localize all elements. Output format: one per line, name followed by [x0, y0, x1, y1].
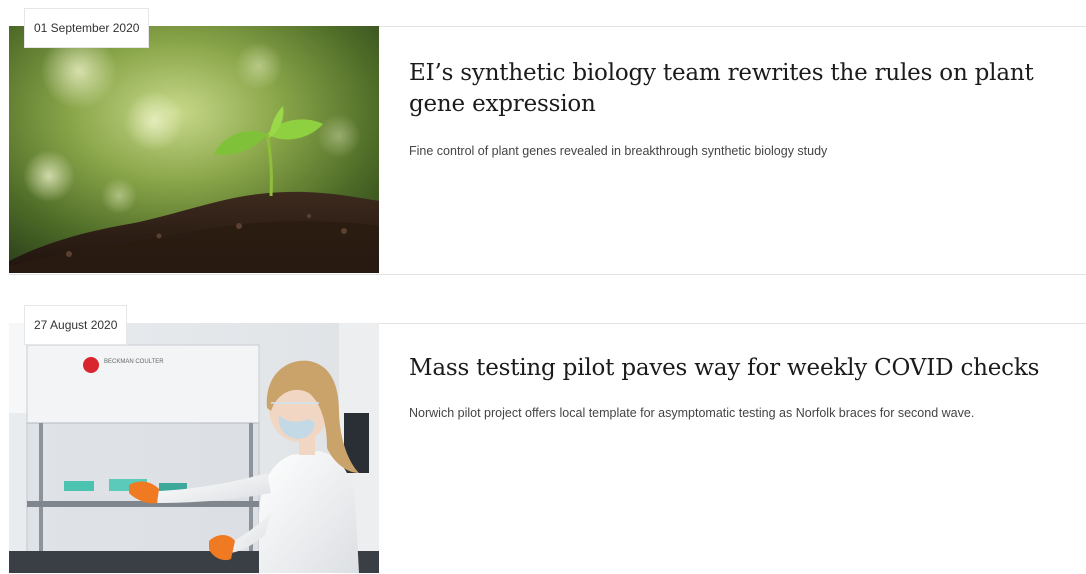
- lab-instrument-brand: BECKMAN COULTER: [104, 359, 164, 365]
- seedling-in-soil-image[interactable]: [9, 26, 379, 273]
- news-card: 01 September 2020 EI’s synthetic biology…: [0, 0, 1086, 280]
- date-badge: 27 August 2020: [24, 305, 128, 345]
- news-card: 27 August 2020 BECKMAN COULTER Mass test…: [0, 297, 1086, 573]
- article-text: EI’s synthetic biology team rewrites the…: [409, 58, 1074, 161]
- lab-scientist-image[interactable]: BECKMAN COULTER: [9, 323, 379, 573]
- date-badge: 01 September 2020: [24, 8, 150, 48]
- article-title-link[interactable]: Mass testing pilot paves way for weekly …: [409, 353, 1074, 384]
- article-text: Mass testing pilot paves way for weekly …: [409, 353, 1074, 423]
- article-summary: Fine control of plant genes revealed in …: [409, 144, 828, 158]
- article-title-link[interactable]: EI’s synthetic biology team rewrites the…: [409, 58, 1074, 120]
- article-summary: Norwich pilot project offers local templ…: [409, 406, 975, 420]
